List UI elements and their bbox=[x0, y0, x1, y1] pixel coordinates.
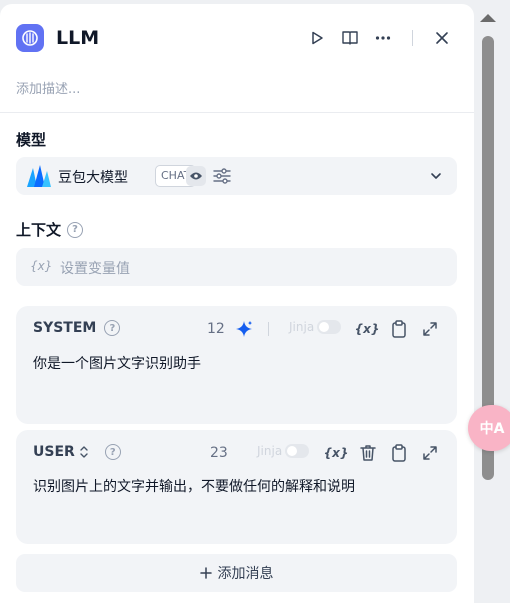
panel-header: LLM bbox=[0, 4, 474, 72]
jinja-toggle[interactable]: Jinja bbox=[257, 444, 310, 458]
doubao-logo-icon bbox=[27, 165, 51, 187]
clipboard-icon bbox=[392, 320, 406, 338]
token-count: 23 bbox=[210, 445, 228, 461]
translate-button[interactable]: 中A bbox=[468, 405, 510, 451]
insert-variable-button[interactable]: {x} bbox=[354, 318, 380, 340]
section-divider bbox=[0, 112, 474, 113]
expand-icon bbox=[423, 446, 437, 460]
copy-button[interactable] bbox=[388, 442, 410, 464]
ai-generate-button[interactable] bbox=[233, 318, 255, 340]
sliders-icon bbox=[213, 168, 231, 184]
variable-icon: {x} bbox=[354, 322, 380, 336]
close-button[interactable] bbox=[430, 26, 454, 50]
jinja-switch[interactable] bbox=[317, 320, 342, 334]
llm-node-icon bbox=[16, 24, 44, 52]
system-role-label: SYSTEM bbox=[33, 320, 97, 336]
context-label: 上下文 bbox=[16, 221, 62, 239]
context-variable-input[interactable]: {x} 设置变量值 bbox=[16, 248, 457, 286]
vision-badge bbox=[186, 166, 206, 186]
model-name: 豆包大模型 bbox=[58, 170, 128, 186]
header-divider bbox=[412, 30, 413, 46]
message-role[interactable]: USER ? bbox=[33, 444, 121, 460]
system-message-block: SYSTEM ? 12 Jinja {x} 你是一个图片文字识别助手 bbox=[16, 306, 457, 424]
expand-icon bbox=[423, 322, 437, 336]
toolbar-divider bbox=[268, 322, 269, 336]
help-icon[interactable]: ? bbox=[104, 444, 121, 460]
model-params-button[interactable] bbox=[212, 166, 232, 186]
expand-button[interactable] bbox=[419, 442, 441, 464]
model-section-label: 模型 bbox=[16, 129, 46, 150]
play-icon bbox=[312, 31, 323, 45]
chevron-down-icon bbox=[431, 173, 441, 179]
clipboard-icon bbox=[392, 444, 406, 462]
add-message-button[interactable]: 添加消息 bbox=[16, 554, 457, 592]
message-role: SYSTEM ? bbox=[33, 320, 121, 336]
jinja-label: Jinja bbox=[257, 444, 283, 458]
chevron-updown-icon[interactable] bbox=[79, 445, 89, 459]
user-role-label[interactable]: USER bbox=[33, 444, 75, 460]
add-message-label: 添加消息 bbox=[217, 566, 274, 582]
node-config-panel: LLM 添加描述... 模型 豆包大模型 CHAT 上下文 ? {x} 设置变量… bbox=[0, 4, 474, 603]
jinja-switch[interactable] bbox=[285, 444, 310, 458]
run-button[interactable] bbox=[305, 26, 329, 50]
system-prompt-text[interactable]: 你是一个图片文字识别助手 bbox=[33, 353, 201, 373]
scroll-up-arrow[interactable] bbox=[480, 14, 496, 22]
help-icon[interactable]: ? bbox=[67, 221, 84, 238]
help-docs-button[interactable] bbox=[338, 26, 362, 50]
trash-icon bbox=[360, 445, 376, 461]
translate-icon: 中A bbox=[479, 421, 505, 437]
model-selector[interactable]: 豆包大模型 CHAT bbox=[16, 157, 457, 195]
context-section-label: 上下文 ? bbox=[16, 219, 84, 240]
context-placeholder: 设置变量值 bbox=[60, 261, 130, 277]
model-label: 模型 bbox=[16, 131, 47, 149]
jinja-toggle[interactable]: Jinja bbox=[289, 320, 342, 334]
sparkle-icon bbox=[236, 321, 252, 337]
plus-icon bbox=[199, 567, 212, 579]
close-icon bbox=[436, 32, 448, 44]
user-prompt-text[interactable]: 识别图片上的文字并输出，不要做任何的解释和说明 bbox=[33, 476, 355, 496]
token-count: 12 bbox=[207, 321, 225, 337]
variable-icon: {x} bbox=[323, 446, 349, 460]
page-title: LLM bbox=[56, 27, 100, 49]
more-icon bbox=[375, 36, 391, 40]
user-message-block: USER ? 23 Jinja {x} 识别图片上的文字并输出，不要做任何的解释… bbox=[16, 430, 457, 544]
help-icon[interactable]: ? bbox=[104, 320, 121, 336]
copy-button[interactable] bbox=[388, 318, 410, 340]
insert-variable-button[interactable]: {x} bbox=[323, 442, 349, 464]
description-input[interactable]: 添加描述... bbox=[16, 78, 80, 97]
expand-button[interactable] bbox=[419, 318, 441, 340]
delete-button[interactable] bbox=[357, 442, 379, 464]
more-button[interactable] bbox=[371, 26, 395, 50]
eye-icon bbox=[190, 172, 202, 180]
jinja-label: Jinja bbox=[289, 320, 315, 334]
book-icon bbox=[342, 31, 358, 45]
variable-icon: {x} bbox=[30, 259, 53, 273]
